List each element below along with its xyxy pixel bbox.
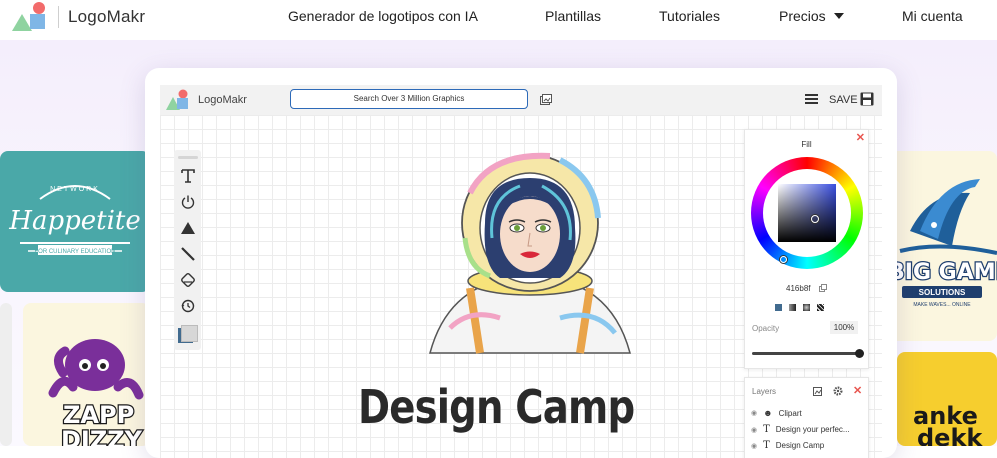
happetite-main-text: Happetite [8, 206, 140, 236]
floppy-disk-icon[interactable] [860, 92, 874, 106]
hue-handle[interactable] [780, 256, 787, 263]
fill-panel: ✕ Fill 416b8f Opacity 100% [744, 129, 869, 369]
happetite-logo-graphic: FOR CULINARY EDUCATION NETWORK Happetite [8, 185, 141, 255]
editor-brand-name: LogoMakr [198, 94, 247, 106]
ankedekk-logo-graphic: anke dekk [913, 402, 983, 446]
opacity-value[interactable]: 100% [830, 321, 858, 334]
opacity-slider-track[interactable] [752, 349, 864, 358]
radial-gradient-icon[interactable] [803, 304, 810, 311]
triangle-icon [180, 222, 195, 234]
color-picker-handle[interactable] [811, 215, 819, 223]
pencil-icon [180, 247, 195, 261]
color-swatch-icon [177, 324, 198, 344]
happetite-sub-text: FOR CULINARY EDUCATION [34, 249, 115, 255]
text-icon [180, 169, 195, 183]
logo-tile-big-game[interactable]: BIG GAME SOLUTIONS MAKE WAVES... ONLINE [880, 151, 997, 341]
dekk-text: dekk [917, 424, 983, 446]
shape-tool[interactable] [174, 218, 201, 238]
linear-gradient-icon[interactable] [789, 304, 796, 311]
logo-tile-partial [0, 303, 12, 446]
eye-icon[interactable]: ◉ [751, 426, 757, 434]
dizzy-text: DIZZY [61, 426, 143, 446]
layer-label: Clipart [778, 408, 802, 418]
logomakr-shapes-icon [12, 2, 50, 32]
hue-wheel[interactable] [751, 157, 863, 269]
history-icon [181, 299, 194, 313]
saturation-square[interactable] [778, 184, 836, 242]
hamburger-menu-icon[interactable] [805, 93, 818, 105]
big-game-solutions-text: SOLUTIONS [919, 288, 966, 297]
opacity-slider-handle[interactable] [855, 349, 864, 358]
logo-tile-happetite[interactable]: FOR CULINARY EDUCATION NETWORK Happetite [0, 151, 150, 292]
solid-fill-icon[interactable] [775, 304, 782, 311]
clipart-icon: ☻ [763, 408, 773, 418]
brand-logo[interactable]: LogoMakr [12, 0, 145, 34]
astronaut-illustration[interactable] [410, 148, 650, 373]
eye-icon[interactable]: ◉ [751, 409, 757, 417]
toolbar-handle[interactable] [174, 152, 201, 162]
octopus-logo-graphic: ZAPP DIZZY [48, 339, 144, 446]
layer-label: Design your perfec... [775, 425, 850, 434]
big-game-text: BIG GAME [888, 260, 997, 285]
text-layer-icon: T [763, 424, 770, 435]
graphics-search-input[interactable]: Search Over 3 Million Graphics [290, 89, 528, 109]
top-navigation: LogoMakr Generador de logotipos con IA P… [0, 0, 997, 34]
opacity-label: Opacity [752, 324, 780, 333]
editor-toolbar [174, 150, 201, 350]
nav-ai-logo-generator[interactable]: Generador de logotipos con IA [288, 8, 478, 24]
layer-row[interactable]: ◉ ☻ Clipart [751, 408, 802, 418]
logomakr-shapes-icon [166, 89, 188, 110]
nav-pricing[interactable]: Precios [779, 8, 844, 24]
fill-style-options [775, 304, 824, 311]
power-icon [181, 195, 194, 209]
hex-value[interactable]: 416b8f [786, 284, 810, 293]
zapp-text: ZAPP [63, 401, 134, 429]
canvas-headline-text[interactable]: Design Camp [358, 380, 635, 434]
logo-divider [58, 6, 59, 28]
gear-icon[interactable] [833, 386, 843, 396]
nav-my-account[interactable]: Mi cuenta [902, 8, 963, 24]
marlin-logo-graphic: BIG GAME SOLUTIONS MAKE WAVES... ONLINE [887, 179, 997, 308]
fill-panel-title: Fill [801, 140, 812, 149]
editor-preview-window: LogoMakr Search Over 3 Million Graphics … [145, 68, 897, 458]
save-button[interactable]: SAVE [829, 94, 858, 106]
add-layer-image-icon[interactable] [813, 386, 823, 396]
happetite-network-text: NETWORK [50, 186, 100, 193]
brand-name: LogoMakr [68, 7, 146, 26]
nav-tutorials[interactable]: Tutoriales [659, 8, 720, 24]
layer-row[interactable]: ◉ T Design your perfec... [751, 424, 850, 435]
image-upload-icon[interactable] [540, 94, 552, 105]
pattern-fill-icon[interactable] [817, 304, 824, 311]
close-layers-icon[interactable]: ✕ [853, 384, 862, 397]
layers-swatch-tool[interactable] [174, 322, 201, 346]
clipart-tool[interactable] [174, 192, 201, 212]
layers-panel-title: Layers [752, 387, 777, 396]
line-tool[interactable] [174, 244, 201, 264]
nav-templates[interactable]: Plantillas [545, 8, 601, 24]
nav-pricing-label: Precios [779, 8, 826, 24]
eraser-icon [180, 273, 195, 287]
hex-row: 416b8f [745, 278, 868, 296]
text-tool[interactable] [174, 166, 201, 186]
eraser-tool[interactable] [174, 270, 201, 290]
logo-tile-zappdizzy[interactable]: ZAPP DIZZY [23, 303, 150, 446]
chevron-down-icon [833, 13, 844, 19]
big-game-tagline: MAKE WAVES... ONLINE [913, 302, 971, 308]
logo-tile-ankedekk[interactable]: anke dekk [897, 352, 997, 446]
history-tool[interactable] [174, 296, 201, 316]
copy-icon[interactable] [818, 284, 827, 292]
editor-top-bar: LogoMakr Search Over 3 Million Graphics … [160, 85, 882, 115]
